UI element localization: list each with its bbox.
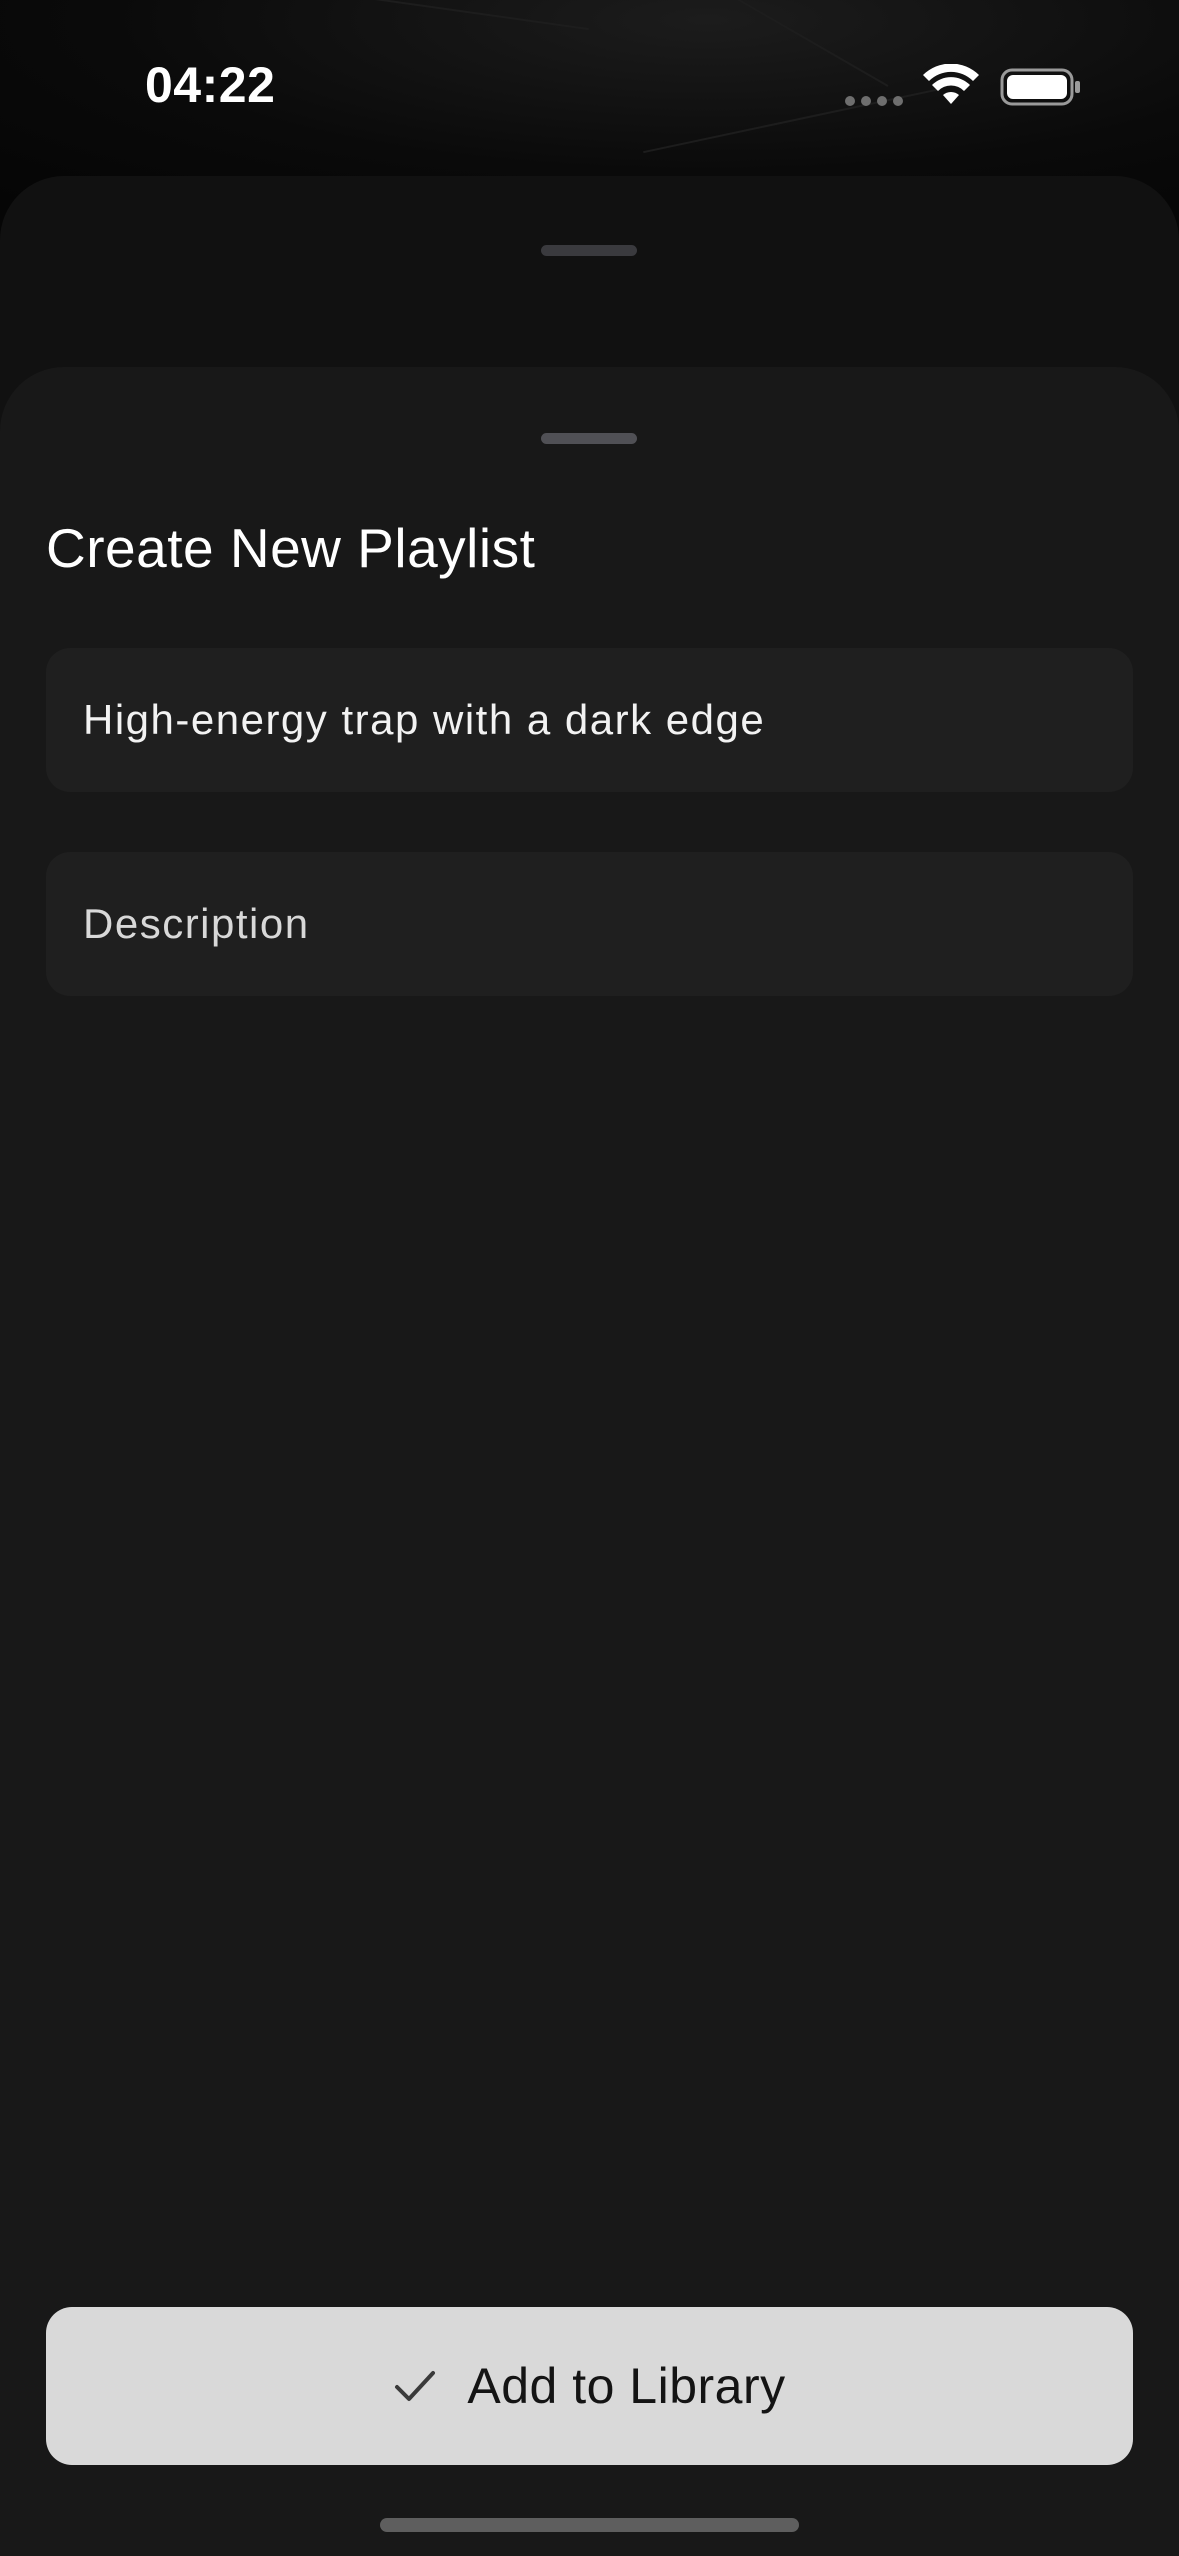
- cellular-dots-icon: [845, 96, 903, 106]
- checkmark-icon: [395, 2371, 436, 2401]
- home-indicator[interactable]: [380, 2518, 799, 2532]
- description-placeholder: Description: [83, 900, 310, 947]
- screen: 04:22 Create New Playlist High-energy tr…: [0, 0, 1179, 2556]
- sheet-grabber[interactable]: [541, 433, 637, 444]
- playlist-name-value: High-energy trap with a dark edge: [83, 696, 766, 743]
- wifi-icon: [923, 64, 979, 104]
- add-to-library-button[interactable]: Add to Library: [46, 2307, 1133, 2465]
- add-to-library-label: Add to Library: [467, 2358, 786, 2414]
- description-field[interactable]: Description: [46, 852, 1133, 996]
- playlist-name-field[interactable]: High-energy trap with a dark edge: [46, 648, 1133, 792]
- background-sheet-grabber[interactable]: [541, 245, 637, 256]
- status-time: 04:22: [145, 57, 276, 113]
- battery-icon: [1000, 68, 1080, 106]
- sheet-title: Create New Playlist: [46, 517, 536, 579]
